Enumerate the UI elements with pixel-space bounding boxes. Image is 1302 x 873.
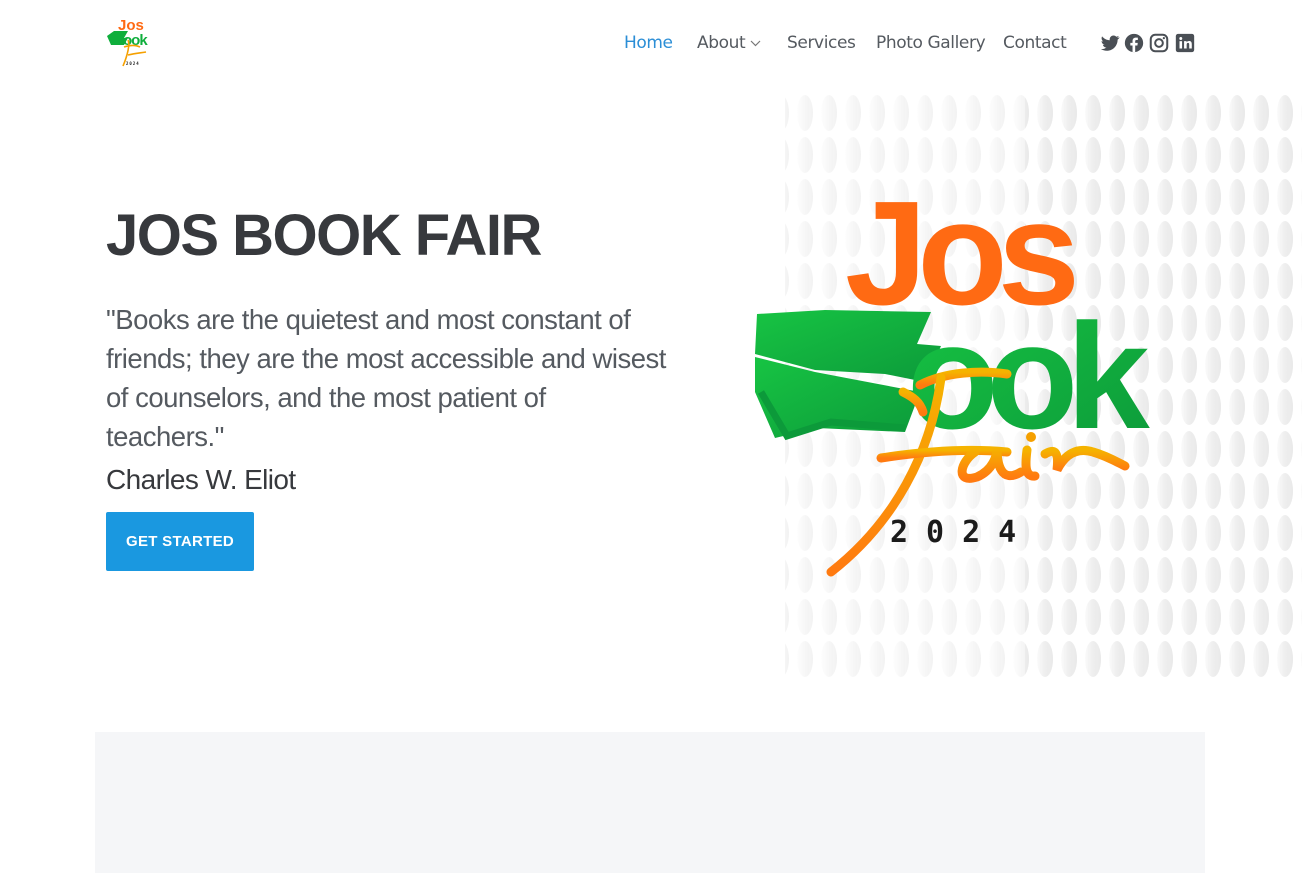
facebook-icon[interactable] (1123, 32, 1145, 54)
hero-title: JOS BOOK FAIR (106, 203, 542, 268)
svg-text:2024: 2024 (126, 61, 140, 66)
chevron-down-icon (750, 40, 761, 46)
site-header: Jos ook 2024 Home About Services Photo G… (0, 0, 1302, 88)
next-section-band (95, 732, 1205, 873)
twitter-icon[interactable] (1099, 32, 1121, 54)
logo-year-text: 2024 (890, 515, 1034, 550)
nav-photo-gallery[interactable]: Photo Gallery (876, 30, 986, 56)
quote-author: Charles W. Eliot (106, 464, 296, 495)
nav-services[interactable]: Services (787, 30, 856, 56)
hero-logo-illustration: Jos ook 2024 (755, 92, 1302, 677)
get-started-button[interactable]: GET STARTED (106, 512, 254, 571)
nav-contact[interactable]: Contact (1003, 30, 1067, 56)
linkedin-icon[interactable] (1174, 32, 1196, 54)
instagram-icon[interactable] (1148, 32, 1170, 54)
nav-home[interactable]: Home (624, 30, 673, 56)
hero-quote: "Books are the quietest and most constan… (106, 304, 666, 452)
nav-about[interactable]: About (697, 30, 761, 56)
nav-about-label: About (697, 33, 746, 53)
